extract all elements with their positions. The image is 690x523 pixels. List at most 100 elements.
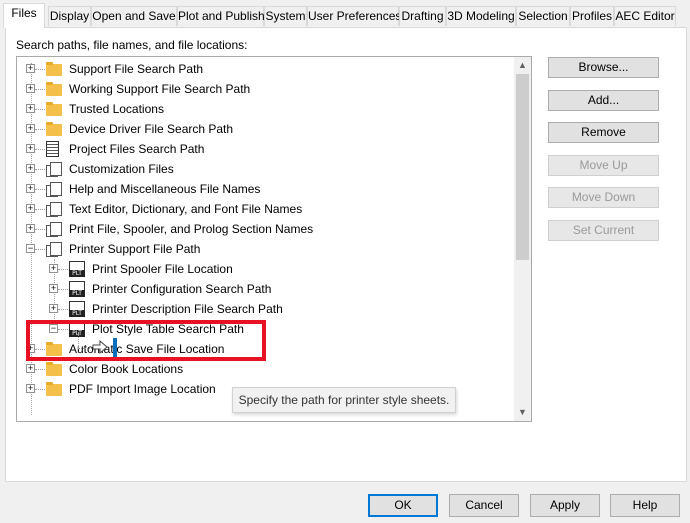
expand-icon[interactable]: + bbox=[26, 364, 35, 373]
tree-item-label: Color Book Locations bbox=[69, 362, 184, 376]
tree-item[interactable]: + PLT Print Spooler File Location bbox=[17, 259, 512, 279]
tab-aec-editor[interactable]: AEC Editor bbox=[614, 6, 676, 26]
tree-item[interactable]: + Text Editor, Dictionary, and Font File … bbox=[17, 199, 512, 219]
tree-item-label: Text Editor, Dictionary, and Font File N… bbox=[69, 202, 303, 216]
remove-button[interactable]: Remove bbox=[548, 122, 659, 143]
expand-icon[interactable]: + bbox=[26, 64, 35, 73]
tree-item[interactable]: + Working Support File Search Path bbox=[17, 79, 512, 99]
tab-files[interactable]: Files bbox=[3, 3, 45, 28]
folder-icon bbox=[46, 122, 62, 136]
tree-connector-line bbox=[35, 69, 45, 70]
tree-connector-line bbox=[35, 209, 45, 210]
search-paths-tree[interactable]: ▲ ▼ + Support File Search Path + Working Su… bbox=[16, 56, 532, 422]
collapse-icon[interactable]: − bbox=[26, 244, 35, 253]
scroll-up-arrow-icon[interactable]: ▲ bbox=[514, 57, 531, 74]
tree-caption: Search paths, file names, and file locat… bbox=[16, 38, 248, 52]
tree-item[interactable]: + Customization Files bbox=[17, 159, 512, 179]
documents-icon bbox=[46, 182, 62, 197]
tab-selection[interactable]: Selection bbox=[516, 6, 570, 26]
expand-icon[interactable]: + bbox=[26, 104, 35, 113]
documents-icon bbox=[46, 242, 62, 257]
tree-item[interactable]: − Printer Support File Path bbox=[17, 239, 512, 259]
add-button[interactable]: Add... bbox=[548, 90, 659, 111]
tree-connector-line bbox=[58, 309, 68, 310]
tree-item-label: Support File Search Path bbox=[69, 62, 204, 76]
tab-3d-modeling[interactable]: 3D Modeling bbox=[446, 6, 516, 26]
expand-icon[interactable]: + bbox=[26, 184, 35, 193]
expand-icon[interactable]: + bbox=[26, 124, 35, 133]
folder-icon bbox=[46, 382, 62, 396]
tree-item-label: Print File, Spooler, and Prolog Section … bbox=[69, 222, 314, 236]
tree-item-label: Printer Description File Search Path bbox=[92, 302, 283, 316]
expand-icon[interactable]: + bbox=[49, 284, 58, 293]
move-up-button[interactable]: Move Up bbox=[548, 155, 659, 176]
documents-icon bbox=[46, 162, 62, 177]
tree-item[interactable]: + PLT Printer Configuration Search Path bbox=[17, 279, 512, 299]
scroll-thumb[interactable] bbox=[516, 74, 529, 260]
tree-connector-line bbox=[58, 269, 68, 270]
tree-item-label: Printer Support File Path bbox=[69, 242, 201, 256]
tree-item-label: PDF Import Image Location bbox=[69, 382, 216, 396]
tree-connector-line bbox=[35, 169, 45, 170]
help-button[interactable]: Help bbox=[610, 494, 680, 517]
tree-connector-line bbox=[35, 109, 45, 110]
apply-button[interactable]: Apply bbox=[530, 494, 600, 517]
vertical-scrollbar[interactable]: ▲ ▼ bbox=[514, 57, 531, 421]
tree-connector-line bbox=[35, 229, 45, 230]
tooltip: Specify the path for printer style sheet… bbox=[232, 387, 456, 413]
tree-connector-line bbox=[35, 129, 45, 130]
expand-icon[interactable]: + bbox=[26, 224, 35, 233]
tree-item-label: Working Support File Search Path bbox=[69, 82, 251, 96]
tree-item[interactable]: + Print File, Spooler, and Prolog Section… bbox=[17, 219, 512, 239]
browse-button[interactable]: Browse... bbox=[548, 57, 659, 78]
scroll-down-arrow-icon[interactable]: ▼ bbox=[514, 404, 531, 421]
tree-item-label: Trusted Locations bbox=[69, 102, 164, 116]
tab-user-preferences[interactable]: User Preferences bbox=[307, 6, 401, 26]
tree-connector-line bbox=[35, 189, 45, 190]
expand-icon[interactable]: + bbox=[49, 264, 58, 273]
tree-item[interactable]: + Color Book Locations bbox=[17, 359, 512, 379]
tree-connector-line bbox=[35, 89, 45, 90]
tree-item-label: Customization Files bbox=[69, 162, 174, 176]
tree-item-label: Device Driver File Search Path bbox=[69, 122, 234, 136]
plt-icon: PLT bbox=[69, 281, 85, 297]
tab-profiles[interactable]: Profiles bbox=[570, 6, 614, 26]
plt-icon: PLT bbox=[69, 301, 85, 317]
tree-item[interactable]: + Trusted Locations bbox=[17, 99, 512, 119]
tab-strip: Files Display Open and Save Plot and Pub… bbox=[0, 0, 690, 28]
folder-icon bbox=[46, 62, 62, 76]
tab-drafting[interactable]: Drafting bbox=[399, 6, 446, 26]
expand-icon[interactable]: + bbox=[26, 384, 35, 393]
tree-item[interactable]: + Support File Search Path bbox=[17, 59, 512, 79]
folder-icon bbox=[46, 82, 62, 96]
expand-icon[interactable]: + bbox=[26, 204, 35, 213]
tree-item[interactable]: + PLT Printer Description File Search Path bbox=[17, 299, 512, 319]
tree-item[interactable]: + Device Driver File Search Path bbox=[17, 119, 512, 139]
tree-item[interactable]: + Help and Miscellaneous File Names bbox=[17, 179, 512, 199]
tab-open-and-save[interactable]: Open and Save bbox=[91, 6, 177, 26]
tree-connector-line bbox=[35, 149, 45, 150]
tree-connector-line bbox=[58, 289, 68, 290]
tree-item-label: Help and Miscellaneous File Names bbox=[69, 182, 261, 196]
tree-item-label: Project Files Search Path bbox=[69, 142, 205, 156]
tab-plot-and-publish[interactable]: Plot and Publish bbox=[177, 6, 265, 26]
documents-icon bbox=[46, 222, 62, 237]
project-icon bbox=[46, 141, 59, 157]
tab-display[interactable]: Display bbox=[48, 6, 91, 26]
documents-icon bbox=[46, 202, 62, 217]
move-down-button[interactable]: Move Down bbox=[548, 187, 659, 208]
expand-icon[interactable]: + bbox=[26, 84, 35, 93]
tab-system[interactable]: System bbox=[264, 6, 307, 26]
tree-connector-line bbox=[35, 249, 45, 250]
cancel-button[interactable]: Cancel bbox=[449, 494, 519, 517]
expand-icon[interactable]: + bbox=[26, 144, 35, 153]
expand-icon[interactable]: + bbox=[49, 304, 58, 313]
tree-connector-line bbox=[35, 389, 45, 390]
tree-connector-line bbox=[35, 369, 45, 370]
expand-icon[interactable]: + bbox=[26, 164, 35, 173]
ok-button[interactable]: OK bbox=[368, 494, 438, 517]
set-current-button[interactable]: Set Current bbox=[548, 220, 659, 241]
plt-icon: PLT bbox=[69, 261, 85, 277]
highlight-box bbox=[26, 320, 266, 361]
tree-item[interactable]: + Project Files Search Path bbox=[17, 139, 512, 159]
